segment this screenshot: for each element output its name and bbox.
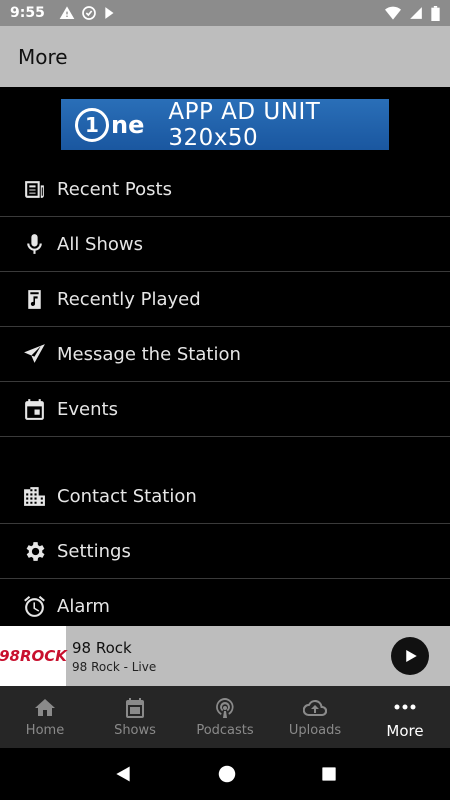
menu-item-label: Events [57,398,118,420]
more-content[interactable]: 1 ne APP AD UNIT 320x50 Recent Posts All… [0,87,450,626]
newspaper-icon [25,180,44,198]
tab-more[interactable]: More [360,686,450,748]
vpn-icon [81,6,96,20]
page-title: More [18,44,68,69]
menu-item-label: Recent Posts [57,178,172,200]
tab-shows[interactable]: Shows [90,686,180,748]
tab-label: Podcasts [196,723,254,738]
home-icon [35,699,55,716]
station-subtitle: 98 Rock - Live [72,659,157,674]
menu-spacer [0,437,450,469]
home-circle-icon[interactable] [218,765,236,783]
now-playing-info: 98 Rock 98 Rock - Live [72,639,156,674]
tab-podcasts[interactable]: Podcasts [180,686,270,748]
menu-item-label: Alarm [57,595,110,617]
now-playing-bar[interactable]: 98ROCK 98 Rock 98 Rock - Live [0,626,450,686]
ad-logo-digit: 1 [75,107,109,142]
menu-item-label: Message the Station [57,343,241,365]
battery-icon [431,5,440,21]
play-icon [406,650,417,662]
tab-label: Shows [114,723,156,738]
music-note-icon [28,289,41,309]
more-dots-icon [394,704,416,709]
notification-icons [59,5,117,21]
menu-item-label: Settings [57,540,131,562]
menu-item-alarm[interactable]: Alarm [0,579,450,626]
menu-item-events[interactable]: Events [0,382,450,437]
menu-list: Recent Posts All Shows Recently Played M… [0,162,450,626]
gear-icon [26,541,45,561]
tab-label: More [386,721,424,740]
play-button[interactable] [391,637,429,675]
menu-item-label: Contact Station [57,485,197,507]
ad-logo-text: ne [111,110,145,139]
podcast-icon [216,698,234,718]
system-navigation-bar [0,748,450,800]
station-logo: 98ROCK [0,626,67,686]
system-icons [385,5,440,21]
recents-icon[interactable] [321,766,337,782]
back-icon[interactable] [113,764,133,784]
tab-label: Uploads [288,723,342,738]
building-icon [24,486,45,506]
ad-text: APP AD UNIT 320x50 [168,98,321,151]
bottom-navigation: Home Shows Podcasts Uploads More [0,686,450,748]
menu-item-label: Recently Played [57,288,201,310]
alarm-icon [24,595,45,617]
station-logo-text: 98ROCK [0,647,67,665]
menu-item-contact-station[interactable]: Contact Station [0,469,450,524]
menu-item-label: All Shows [57,233,143,255]
menu-item-recent-posts[interactable]: Recent Posts [0,162,450,217]
menu-item-all-shows[interactable]: All Shows [0,217,450,272]
tab-uploads[interactable]: Uploads [270,686,360,748]
menu-item-recently-played[interactable]: Recently Played [0,272,450,327]
send-icon [24,343,45,363]
station-name: 98 Rock [72,638,132,657]
menu-item-message-the-station[interactable]: Message the Station [0,327,450,382]
status-bar: 9:55 [0,0,450,26]
ad-logo: 1 ne [75,107,145,142]
app-bar: More [0,26,450,87]
cloud-upload-icon [303,699,327,717]
calendar-icon [126,698,144,718]
wifi-icon [385,6,401,20]
warning-icon [59,6,75,19]
status-time: 9:55 [10,5,45,21]
menu-item-settings[interactable]: Settings [0,524,450,579]
calendar-icon [25,398,44,420]
play-store-icon [105,7,114,19]
ad-banner[interactable]: 1 ne APP AD UNIT 320x50 [61,98,389,151]
tab-home[interactable]: Home [0,686,90,748]
microphone-icon [27,233,42,254]
signal-icon [410,7,422,19]
tab-label: Home [25,723,65,738]
